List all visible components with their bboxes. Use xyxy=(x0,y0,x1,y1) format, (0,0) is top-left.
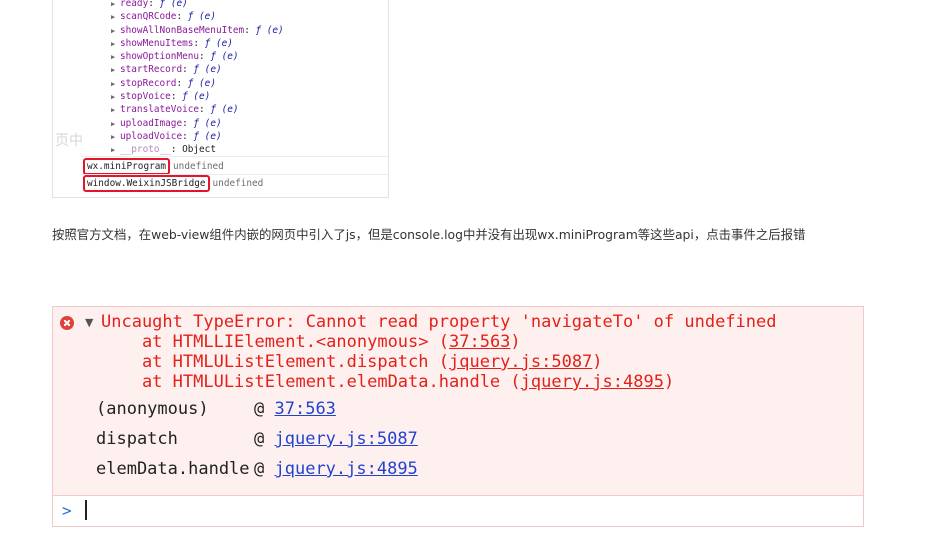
expand-triangle-icon[interactable]: ▶ xyxy=(111,78,117,91)
property-row[interactable]: ▶ uploadVoice: ƒ (e) xyxy=(111,130,284,143)
highlighted-expression: window.WeixinJSBridge xyxy=(83,175,210,192)
property-row[interactable]: ▶ startRecord: ƒ (e) xyxy=(111,63,284,76)
expand-triangle-icon[interactable]: ▶ xyxy=(111,118,117,131)
call-stack: (anonymous) @ 37:563 dispatch @ jquery.js:… xyxy=(96,398,418,488)
stack-function: dispatch xyxy=(96,429,178,449)
trace-line: at HTMLLIElement.<anonymous> (37:563) xyxy=(101,332,521,352)
eval-result: undefined xyxy=(212,178,264,189)
property-row[interactable]: ▶ showOptionMenu: ƒ (e) xyxy=(111,50,284,63)
eval-result: undefined xyxy=(173,161,224,172)
expand-triangle-icon[interactable]: ▶ xyxy=(111,38,117,51)
source-link[interactable]: jquery.js:4895 xyxy=(275,459,418,479)
property-row[interactable]: ▶ showAllNonBaseMenuItem: ƒ (e) xyxy=(111,24,284,37)
property-row[interactable]: ▶ translateVoice: ƒ (e) xyxy=(111,103,284,116)
property-row[interactable]: ▶ __proto__: Object xyxy=(111,143,284,156)
property-row[interactable]: ▶ ready: ƒ (e) xyxy=(111,0,284,10)
source-link[interactable]: 37:563 xyxy=(275,399,336,419)
expand-triangle-icon[interactable]: ▶ xyxy=(111,64,117,77)
trace-line: at HTMLUListElement.elemData.handle (jqu… xyxy=(101,372,675,392)
ghost-text: 页中 xyxy=(55,133,83,149)
error-console: ▼ Uncaught TypeError: Cannot read proper… xyxy=(52,306,864,527)
stack-row: dispatch @ jquery.js:5087 xyxy=(96,429,418,449)
error-message: Uncaught TypeError: Cannot read property… xyxy=(101,312,777,332)
source-link[interactable]: jquery.js:4895 xyxy=(521,372,664,392)
stack-function: (anonymous) xyxy=(96,399,209,419)
expand-triangle-icon[interactable]: ▶ xyxy=(111,131,117,144)
stack-row: elemData.handle @ jquery.js:4895 xyxy=(96,459,418,479)
eval-row: window.WeixinJSBridge undefined xyxy=(83,175,263,192)
expand-triangle-icon[interactable]: ▶ xyxy=(111,104,117,117)
expand-triangle-icon[interactable]: ▶ xyxy=(111,11,117,24)
property-row[interactable]: ▶ stopRecord: ƒ (e) xyxy=(111,77,284,90)
console-input[interactable] xyxy=(85,500,87,520)
expand-triangle-icon[interactable]: ▶ xyxy=(111,51,117,64)
highlighted-expression: wx.miniProgram xyxy=(83,158,171,175)
expand-triangle-icon[interactable]: ▶ xyxy=(111,91,117,104)
divider xyxy=(81,156,388,157)
property-list: ▶ ready: ƒ (e) ▶ scanQRCode: ƒ (e) ▶ showAl… xyxy=(111,0,284,157)
error-message-block: Uncaught TypeError: Cannot read property… xyxy=(101,312,777,392)
trace-line: at HTMLUListElement.dispatch (jquery.js:… xyxy=(101,352,603,372)
source-link[interactable]: 37:563 xyxy=(449,332,510,352)
property-row[interactable]: ▶ showMenuItems: ƒ (e) xyxy=(111,37,284,50)
property-row[interactable]: ▶ uploadImage: ƒ (e) xyxy=(111,117,284,130)
eval-row: wx.miniProgram undefined xyxy=(83,158,224,175)
expand-triangle-icon[interactable]: ▶ xyxy=(111,25,117,38)
error-entry: ▼ Uncaught TypeError: Cannot read proper… xyxy=(53,307,863,496)
stack-function: elemData.handle xyxy=(96,459,250,479)
stack-row: (anonymous) @ 37:563 xyxy=(96,399,336,419)
expand-triangle-icon[interactable]: ▼ xyxy=(85,316,93,329)
property-row[interactable]: ▶ stopVoice: ƒ (e) xyxy=(111,90,284,103)
devtools-screenshot: 页中 ▶ ready: ƒ (e) ▶ scanQRCode: ƒ (e) ▶ sho… xyxy=(52,0,389,198)
error-circle-icon xyxy=(60,316,74,330)
source-link[interactable]: jquery.js:5087 xyxy=(449,352,592,372)
console-prompt-icon: > xyxy=(62,501,72,520)
property-row[interactable]: ▶ scanQRCode: ƒ (e) xyxy=(111,10,284,23)
source-link[interactable]: jquery.js:5087 xyxy=(275,429,418,449)
question-paragraph: 按照官方文档，在web-view组件内嵌的网页中引入了js，但是console.… xyxy=(52,227,806,242)
